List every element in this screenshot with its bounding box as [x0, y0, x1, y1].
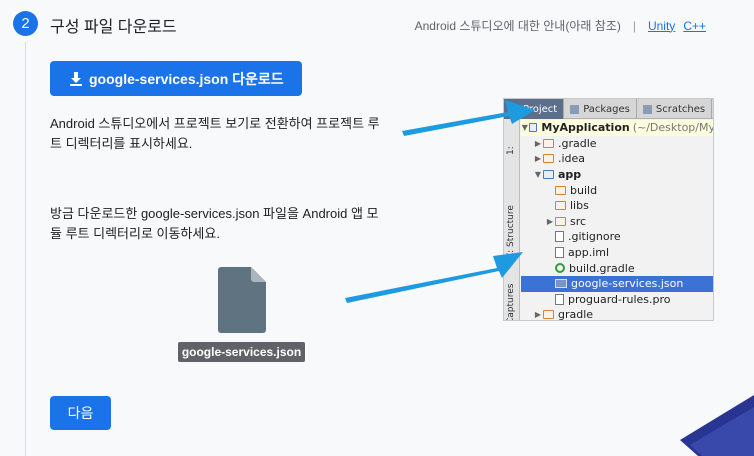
pointer-arrow-project-view: [402, 100, 535, 136]
corner-decoration: [680, 395, 754, 456]
pointer-arrows: [345, 100, 535, 303]
pointer-arrow-json-file: [345, 252, 523, 303]
